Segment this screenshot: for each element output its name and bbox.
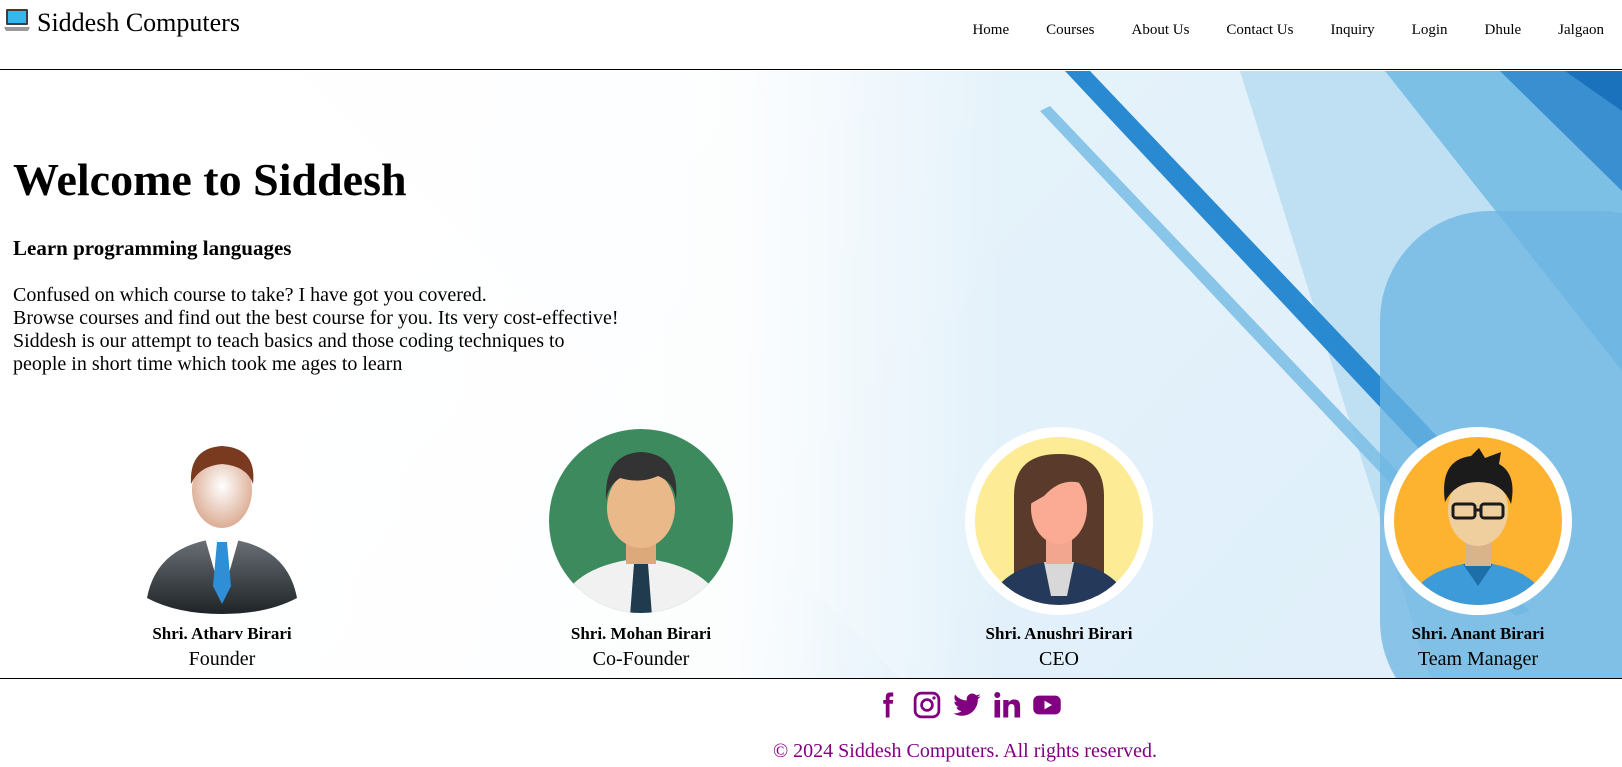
hero-line-2: Browse courses and find out the best cou… bbox=[13, 307, 619, 329]
hero-title: Welcome to Siddesh bbox=[13, 154, 407, 205]
site-footer: © 2024 Siddesh Computers. All rights res… bbox=[0, 678, 1622, 767]
hero-description: Confused on which course to take? I have… bbox=[13, 284, 673, 376]
member-name: Shri. Anant Birari bbox=[1411, 624, 1545, 643]
nav-about-us[interactable]: About Us bbox=[1131, 22, 1189, 39]
youtube-icon[interactable] bbox=[1032, 690, 1062, 720]
instagram-icon[interactable] bbox=[912, 690, 942, 720]
team-card-anant: Shri. Anant Birari Team Manager bbox=[1363, 426, 1593, 671]
facebook-icon[interactable] bbox=[872, 690, 902, 720]
laptop-icon bbox=[3, 6, 31, 39]
nav-contact-us[interactable]: Contact Us bbox=[1226, 22, 1293, 39]
member-role: Founder bbox=[188, 648, 256, 670]
member-role: Co-Founder bbox=[592, 648, 690, 670]
nav-login[interactable]: Login bbox=[1412, 22, 1448, 39]
nav-courses[interactable]: Courses bbox=[1046, 22, 1094, 39]
man-tie-avatar bbox=[546, 426, 736, 616]
nav-jalgaon[interactable]: Jalgaon bbox=[1558, 22, 1604, 39]
member-name: Shri. Anushri Birari bbox=[985, 624, 1133, 643]
member-role: Team Manager bbox=[1417, 648, 1539, 670]
hero-subtitle: Learn programming languages bbox=[13, 236, 292, 260]
team-card-atharv: Shri. Atharv Birari Founder bbox=[107, 426, 337, 671]
hero-line-1: Confused on which course to take? I have… bbox=[13, 284, 487, 306]
brand-name: Siddesh Computers bbox=[37, 7, 240, 37]
member-name: Shri. Mohan Birari bbox=[570, 624, 712, 643]
nav-home[interactable]: Home bbox=[972, 22, 1009, 39]
twitter-icon[interactable] bbox=[952, 690, 982, 720]
hero-section: Welcome to Siddesh Learn programming lan… bbox=[0, 71, 1622, 678]
site-header: Siddesh Computers Home Courses About Us … bbox=[0, 0, 1622, 70]
linkedin-icon[interactable] bbox=[992, 690, 1022, 720]
businessman-avatar bbox=[127, 426, 317, 616]
brand[interactable]: Siddesh Computers bbox=[3, 6, 240, 39]
member-name: Shri. Atharv Birari bbox=[152, 624, 292, 643]
nav-inquiry[interactable]: Inquiry bbox=[1330, 22, 1374, 39]
man-glasses-avatar bbox=[1383, 426, 1573, 616]
main-nav: Home Courses About Us Contact Us Inquiry… bbox=[935, 22, 1604, 39]
social-links bbox=[872, 690, 1062, 720]
team-card-anushri: Shri. Anushri Birari CEO bbox=[944, 426, 1174, 671]
team-card-mohan: Shri. Mohan Birari Co-Founder bbox=[526, 426, 756, 671]
hero-line-4: people in short time which took me ages … bbox=[13, 353, 403, 375]
nav-dhule[interactable]: Dhule bbox=[1485, 22, 1522, 39]
member-role: CEO bbox=[1039, 648, 1079, 670]
woman-avatar bbox=[964, 426, 1154, 616]
hero-line-3: Siddesh is our attempt to teach basics a… bbox=[13, 330, 565, 352]
copyright-text: © 2024 Siddesh Computers. All rights res… bbox=[772, 740, 1158, 762]
